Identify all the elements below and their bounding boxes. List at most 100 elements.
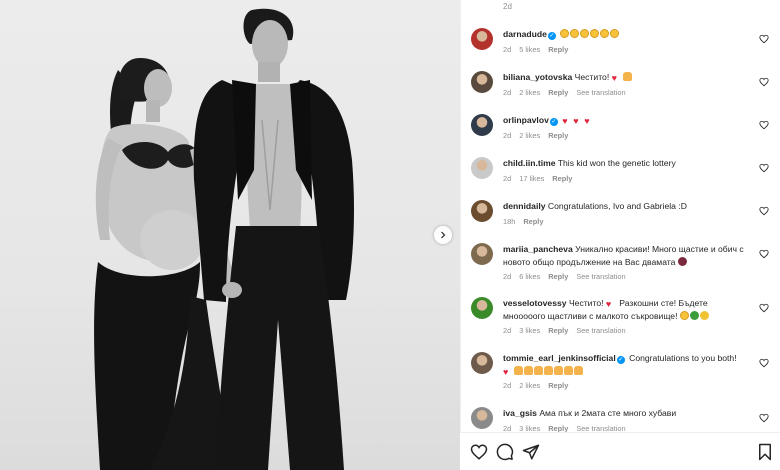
red-heart-icon: ♥: [584, 116, 590, 126]
smiling-face-icon: [580, 29, 590, 38]
avatar[interactable]: [471, 71, 493, 93]
sun-face-icon: [699, 311, 709, 320]
avatar[interactable]: [471, 243, 493, 265]
comment-username[interactable]: biliana_yotovska: [503, 72, 572, 82]
comment-body: vesselotovessy Честито! ♥ Разкошни сте! …: [503, 297, 749, 323]
comment-username[interactable]: child.iin.time: [503, 158, 556, 168]
like-comment-heart-icon[interactable]: [759, 77, 769, 87]
avatar[interactable]: [471, 114, 493, 136]
comment-username[interactable]: orlinpavlov: [503, 115, 549, 125]
comment-body: iva_gsis Ама пък и 2мата сте много хубав…: [503, 407, 749, 420]
clover-icon: [689, 311, 699, 320]
like-comment-heart-icon[interactable]: [759, 249, 769, 259]
folded-hands-icon: [554, 366, 563, 375]
next-photo-button[interactable]: [434, 226, 452, 244]
avatar[interactable]: [471, 352, 493, 374]
comments-panel[interactable]: 2d darnadude ✓ 2d 5 likes Reply biliana_yoto…: [460, 0, 780, 432]
comment-time: 18h: [503, 217, 516, 226]
like-comment-heart-icon[interactable]: [759, 120, 769, 130]
reply-button[interactable]: Reply: [548, 131, 568, 140]
reply-button[interactable]: Reply: [548, 45, 568, 54]
comment-time: 2d: [503, 45, 512, 54]
comment-meta: 2d 2 likes Reply See translation: [503, 88, 634, 97]
like-comment-heart-icon[interactable]: [759, 413, 769, 423]
red-heart-icon: ♥: [573, 116, 579, 126]
comment-body: child.iin.time This kid won the genetic …: [503, 157, 749, 170]
comment-body: dennidaily Congratulations, Ivo and Gabr…: [503, 200, 749, 213]
reply-button[interactable]: Reply: [548, 326, 568, 335]
like-comment-heart-icon[interactable]: [759, 303, 769, 313]
smiling-face-icon: [590, 29, 600, 38]
folded-hands-icon: [544, 366, 553, 375]
reply-button[interactable]: Reply: [548, 381, 568, 390]
folded-hands-icon: [534, 366, 543, 375]
comment-likes-count[interactable]: 17 likes: [519, 174, 544, 183]
post-actions-bar: [460, 432, 780, 470]
avatar[interactable]: [471, 297, 493, 319]
smiling-face-icon: [600, 29, 610, 38]
smiling-face-icon: [610, 29, 620, 38]
verified-badge-icon: ✓: [549, 118, 558, 126]
comment-icon[interactable]: [496, 443, 514, 461]
comment-body: darnadude ✓: [503, 28, 749, 41]
red-heart-icon: ♥: [503, 367, 509, 377]
comment-time: 2d: [503, 381, 512, 390]
see-translation-link[interactable]: See translation: [576, 88, 625, 97]
reply-button[interactable]: Reply: [523, 217, 543, 226]
avatar[interactable]: [471, 200, 493, 222]
folded-hands-icon: [524, 366, 533, 375]
heart-icon[interactable]: [470, 443, 488, 461]
reply-button[interactable]: Reply: [552, 174, 572, 183]
comment-username[interactable]: darnadude: [503, 29, 547, 39]
like-comment-heart-icon[interactable]: [759, 358, 769, 368]
see-translation-link[interactable]: See translation: [576, 424, 625, 432]
comment-meta: 2d 3 likes Reply See translation: [503, 424, 634, 432]
comment-time: 2d: [503, 272, 512, 281]
smiling-face-icon: [679, 311, 689, 320]
comment-username[interactable]: vesselotovessy: [503, 298, 567, 308]
avatar[interactable]: [471, 407, 493, 429]
chevron-right-icon: [441, 231, 446, 239]
comment-username[interactable]: iva_gsis: [503, 408, 537, 418]
red-heart-icon: ♥: [605, 299, 612, 309]
comment-likes-count[interactable]: 2 likes: [519, 131, 540, 140]
comment-time: 2d: [503, 131, 512, 140]
comment-username[interactable]: mariia_pancheva: [503, 244, 573, 254]
reply-button[interactable]: Reply: [548, 424, 568, 432]
comment-username[interactable]: dennidaily: [503, 201, 546, 211]
reply-button[interactable]: Reply: [548, 88, 568, 97]
folded-hands-icon: [574, 366, 583, 375]
comment-username[interactable]: tommie_earl_jenkinsofficial: [503, 353, 616, 363]
comment-time: 2d: [503, 2, 512, 11]
comment-likes-count[interactable]: 2 likes: [519, 88, 540, 97]
comment-text: Congratulations to you both!: [629, 353, 737, 363]
see-translation-link[interactable]: See translation: [576, 272, 625, 281]
like-comment-heart-icon[interactable]: [759, 206, 769, 216]
comment-meta: 2d 2 likes Reply: [503, 131, 576, 140]
comment-text: Congratulations, Ivo and Gabriela :D: [547, 201, 687, 211]
comment-likes-count[interactable]: 3 likes: [519, 326, 540, 335]
comment-text: Ама пък и 2мата сте много хубави: [539, 408, 677, 418]
avatar[interactable]: [471, 28, 493, 50]
comment-time: 2d: [503, 326, 512, 335]
like-comment-heart-icon[interactable]: [759, 163, 769, 173]
comment-meta: 2d 5 likes Reply: [503, 45, 576, 54]
heart-emoji-icon: [677, 257, 687, 266]
comment-likes-count[interactable]: 5 likes: [519, 45, 540, 54]
avatar[interactable]: [471, 157, 493, 179]
comment-likes-count[interactable]: 6 likes: [519, 272, 540, 281]
like-comment-heart-icon[interactable]: [759, 34, 769, 44]
post-photo[interactable]: [0, 0, 460, 470]
comment-likes-count[interactable]: 2 likes: [519, 381, 540, 390]
folded-hands-icon: [514, 366, 523, 375]
comment-body: biliana_yotovska Честито! ♥: [503, 71, 749, 84]
comment-likes-count[interactable]: 3 likes: [519, 424, 540, 432]
share-icon[interactable]: [522, 443, 540, 461]
bookmark-icon[interactable]: [756, 443, 774, 461]
reply-button[interactable]: Reply: [548, 272, 568, 281]
folded-hands-icon: [564, 366, 573, 375]
smiling-face-icon: [560, 29, 570, 38]
see-translation-link[interactable]: See translation: [576, 326, 625, 335]
comment-meta: 18h Reply: [503, 217, 551, 226]
comment-meta: 2d 2 likes Reply: [503, 381, 576, 390]
